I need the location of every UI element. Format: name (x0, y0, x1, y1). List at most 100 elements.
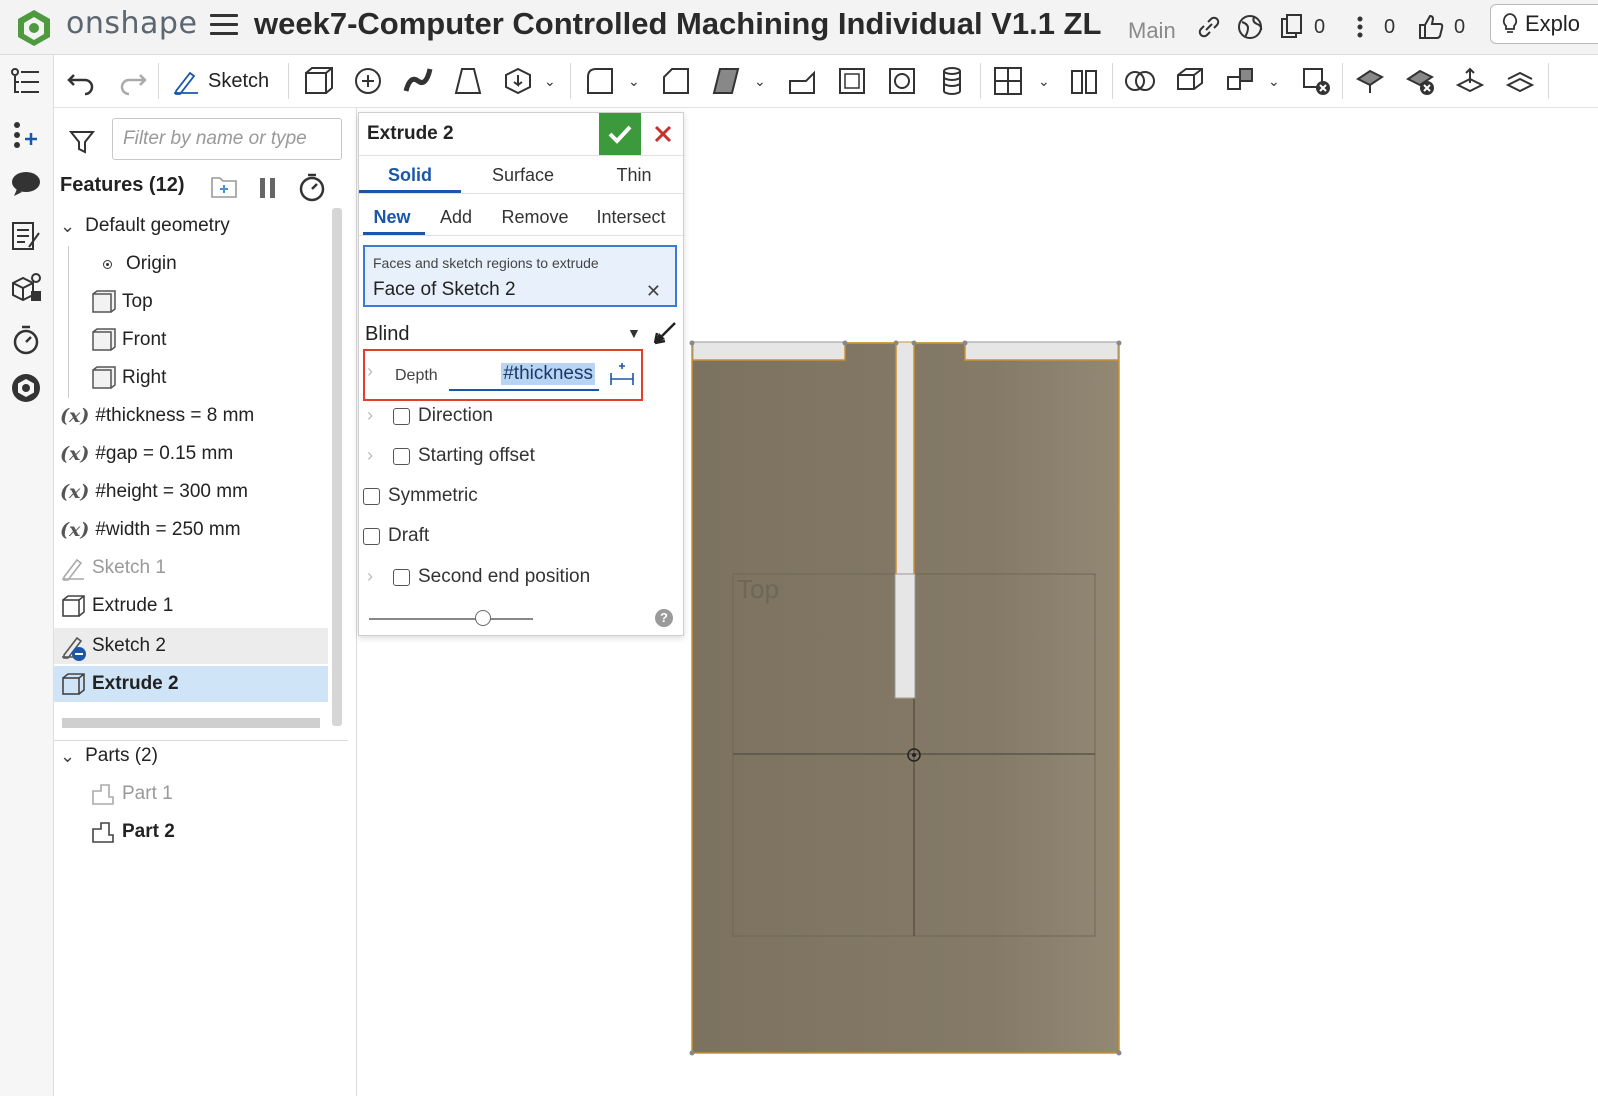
cancel-button[interactable] (643, 113, 683, 155)
sketch-button[interactable]: Sketch (172, 61, 269, 101)
tree-item-extrude2[interactable]: Extrude 2 (54, 666, 328, 702)
chevron-right-icon[interactable]: › (367, 445, 373, 466)
tab-add[interactable]: Add (433, 207, 479, 228)
tree-default-geometry[interactable]: ⌄ Default geometry (60, 208, 334, 244)
accept-button[interactable] (599, 113, 641, 155)
tab-surface[interactable]: Surface (469, 165, 577, 186)
hamburger-menu-icon[interactable] (210, 14, 238, 38)
chevron-down-icon[interactable]: ⌄ (754, 73, 766, 90)
vertical-scrollbar[interactable] (332, 208, 342, 726)
flip-direction-icon[interactable] (649, 319, 679, 349)
direction-checkbox[interactable] (393, 407, 410, 425)
chevron-down-icon[interactable]: ⌄ (60, 216, 75, 237)
chevron-right-icon[interactable]: › (367, 361, 373, 382)
draft-checkbox[interactable] (363, 527, 380, 545)
feature-list-icon[interactable] (9, 65, 43, 99)
depth-input[interactable]: #thickness (449, 359, 599, 391)
split-icon[interactable] (1068, 65, 1100, 97)
tab-intersect[interactable]: Intersect (589, 207, 673, 228)
shell-icon[interactable] (836, 65, 868, 97)
tree-item-front[interactable]: Front (90, 322, 364, 358)
extrude-icon[interactable] (302, 65, 334, 97)
symmetric-row[interactable]: Symmetric (363, 485, 478, 507)
tree-variable-width[interactable]: (x) #width = 250 mm (60, 512, 334, 548)
tree-variable-gap[interactable]: (x) #gap = 0.15 mm (60, 436, 334, 472)
onshape-logo-icon[interactable] (16, 8, 52, 48)
delete-face-icon[interactable] (1404, 65, 1436, 97)
comments-icon[interactable] (9, 167, 43, 201)
tree-variable-height[interactable]: (x) #height = 300 mm (60, 474, 334, 510)
tree-item-sketch2[interactable]: Sketch 2 (54, 628, 328, 664)
notes-icon[interactable] (9, 219, 43, 253)
clear-selection-icon[interactable]: ✕ (646, 281, 661, 302)
measure-icon[interactable] (609, 361, 635, 387)
preview-slider-thumb[interactable] (475, 610, 491, 626)
configurations-icon[interactable] (9, 271, 43, 305)
revolve-icon[interactable] (352, 65, 384, 97)
redo-icon[interactable] (116, 65, 148, 97)
chevron-down-icon[interactable]: ⌄ (1038, 73, 1050, 90)
chevron-down-icon[interactable]: ⌄ (628, 73, 640, 90)
rollback-timer-icon[interactable] (9, 323, 43, 357)
explore-button[interactable]: Explo (1490, 4, 1598, 44)
tree-part2[interactable]: Part 2 (90, 814, 364, 850)
tab-solid[interactable]: Solid (363, 165, 457, 186)
tree-part1[interactable]: Part 1 (90, 776, 364, 812)
link-icon[interactable] (1196, 10, 1222, 44)
loft-icon[interactable] (452, 65, 484, 97)
direction-checkbox-row[interactable]: Direction (393, 405, 493, 427)
more-vertical-icon[interactable] (1350, 10, 1370, 44)
second-end-row[interactable]: Second end position (393, 566, 590, 588)
globe-icon[interactable] (1236, 10, 1264, 44)
add-folder-icon[interactable] (210, 174, 238, 200)
move-face-icon[interactable] (1354, 65, 1386, 97)
draft-icon[interactable] (710, 65, 742, 97)
faces-selection-box[interactable]: Faces and sketch regions to extrude Face… (363, 245, 677, 307)
offset-surface-icon[interactable] (1504, 65, 1536, 97)
pause-icon[interactable] (260, 178, 276, 198)
versions-icon[interactable] (1278, 10, 1306, 44)
tree-item-right[interactable]: Right (90, 360, 364, 396)
sweep-icon[interactable] (402, 65, 434, 97)
help-icon[interactable]: ? (655, 609, 673, 627)
draft-row[interactable]: Draft (363, 525, 429, 547)
replace-face-icon[interactable] (1454, 65, 1486, 97)
preview-slider-track[interactable] (369, 618, 533, 620)
app-store-icon[interactable] (9, 371, 43, 405)
document-title[interactable]: week7-Computer Controlled Machining Indi… (254, 6, 1101, 42)
second-end-checkbox[interactable] (393, 568, 410, 586)
tree-variable-thickness[interactable]: (x) #thickness = 8 mm (60, 398, 334, 434)
chevron-right-icon[interactable]: › (367, 405, 373, 426)
thicken-icon[interactable] (502, 65, 534, 97)
starting-offset-checkbox[interactable] (393, 447, 410, 465)
tab-new[interactable]: New (363, 207, 421, 228)
branch-label[interactable]: Main (1128, 18, 1176, 44)
tree-item-top[interactable]: Top (90, 284, 364, 320)
transform-icon[interactable] (1174, 65, 1206, 97)
tree-item-extrude1[interactable]: Extrude 1 (60, 588, 334, 624)
chevron-right-icon[interactable]: › (367, 566, 373, 587)
pattern-icon[interactable] (1224, 65, 1256, 97)
undo-icon[interactable] (66, 65, 98, 97)
tab-remove[interactable]: Remove (495, 207, 575, 228)
tab-thin[interactable]: Thin (589, 165, 679, 186)
chevron-down-icon[interactable]: ⌄ (60, 746, 75, 767)
depth-field-box[interactable]: › Depth #thickness (363, 349, 643, 401)
chevron-down-icon[interactable]: ⌄ (1268, 73, 1280, 90)
boolean-icon[interactable] (992, 65, 1024, 97)
hole-icon[interactable] (886, 65, 918, 97)
thread-icon[interactable] (936, 65, 968, 97)
tree-item-sketch1[interactable]: Sketch 1 (60, 550, 334, 586)
symmetric-checkbox[interactable] (363, 487, 380, 505)
starting-offset-row[interactable]: Starting offset (393, 445, 535, 467)
intersect-icon[interactable] (1124, 65, 1156, 97)
filter-icon[interactable] (68, 128, 96, 156)
fillet-icon[interactable] (584, 65, 616, 97)
delete-part-icon[interactable] (1300, 65, 1332, 97)
tree-item-origin[interactable]: Origin (94, 246, 368, 282)
filter-input[interactable] (112, 118, 342, 160)
rib-icon[interactable] (786, 65, 818, 97)
like-thumb-icon[interactable] (1416, 10, 1446, 44)
chamfer-icon[interactable] (660, 65, 692, 97)
tree-parts[interactable]: ⌄ Parts (2) (60, 738, 334, 774)
